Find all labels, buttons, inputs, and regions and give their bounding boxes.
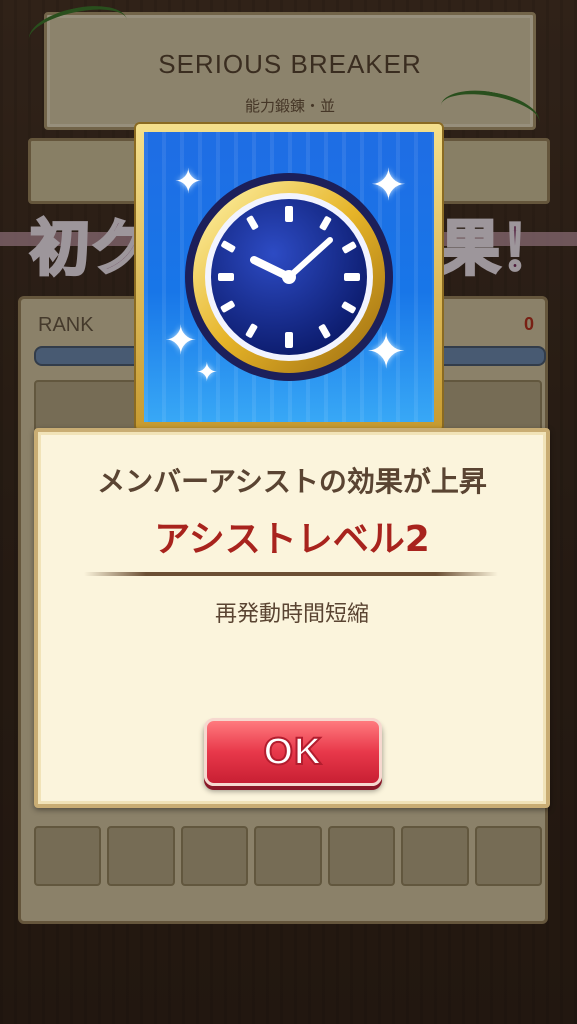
dialog-level-title: アシストレベル2 [154, 519, 430, 560]
ok-button[interactable]: OK [204, 718, 382, 786]
ok-button-label: OK [263, 730, 323, 774]
dialog-message: メンバーアシストの効果が上昇 [97, 465, 487, 498]
dialog-effect-text: 再発動時間短縮 [214, 602, 369, 627]
clock-icon [185, 173, 393, 381]
assist-icon-background: ✦ ✦ ✦ ✦ ✦ [144, 132, 434, 422]
assist-levelup-dialog: メンバーアシストの効果が上昇 アシストレベル2 再発動時間短縮 OK [34, 428, 550, 808]
dialog-divider [84, 572, 498, 576]
assist-icon-frame: ✦ ✦ ✦ ✦ ✦ [136, 124, 442, 430]
